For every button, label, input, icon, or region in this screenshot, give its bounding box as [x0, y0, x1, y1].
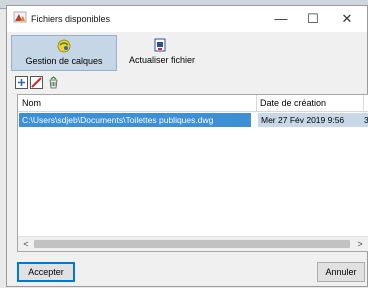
column-divider[interactable]: [256, 95, 257, 111]
autocad-app-icon: [13, 11, 27, 25]
minimize-button[interactable]: —: [265, 8, 297, 30]
scroll-left-icon[interactable]: <: [20, 238, 32, 250]
toolbar: Gestion de calques Actualiser fichier: [7, 32, 367, 74]
table-header: Nom Date de création: [18, 95, 368, 112]
scroll-thumb[interactable]: [34, 240, 350, 248]
refresh-file-button[interactable]: Actualiser fichier: [117, 35, 207, 71]
layers-icon: [57, 39, 71, 53]
close-button[interactable]: ✕: [331, 8, 363, 30]
scroll-right-icon[interactable]: >: [354, 238, 366, 250]
files-table: Nom Date de création C:\Users\sdjeb\Docu…: [17, 94, 368, 252]
refresh-file-icon: [154, 38, 166, 52]
column-header-name[interactable]: Nom: [22, 98, 41, 108]
window-title: Fichiers disponibles: [31, 14, 111, 24]
horizontal-scrollbar[interactable]: < >: [18, 236, 368, 251]
dialog-window: Fichiers disponibles — ☐ ✕ Gestion de ca…: [6, 5, 368, 287]
layers-management-button[interactable]: Gestion de calques: [11, 35, 117, 71]
refresh-file-label: Actualiser fichier: [128, 55, 196, 65]
extra-cell[interactable]: 3: [364, 113, 368, 127]
title-bar: Fichiers disponibles — ☐ ✕: [7, 6, 367, 32]
action-icon-row: [7, 74, 367, 92]
creation-date-cell[interactable]: Mer 27 Fév 2019 9:56: [258, 113, 364, 127]
table-row[interactable]: C:\Users\sdjeb\Documents\Toilettes publi…: [18, 113, 368, 127]
column-header-date[interactable]: Date de création: [260, 98, 326, 108]
cancel-button[interactable]: Annuler: [317, 262, 365, 282]
add-icon[interactable]: [15, 76, 28, 89]
column-divider[interactable]: [363, 95, 364, 111]
accept-button[interactable]: Accepter: [17, 262, 75, 282]
recycle-icon[interactable]: [47, 76, 60, 89]
file-path-cell[interactable]: C:\Users\sdjeb\Documents\Toilettes publi…: [19, 113, 251, 127]
layers-management-label: Gestion de calques: [25, 56, 103, 66]
maximize-button[interactable]: ☐: [297, 8, 329, 30]
remove-icon[interactable]: [30, 76, 43, 89]
